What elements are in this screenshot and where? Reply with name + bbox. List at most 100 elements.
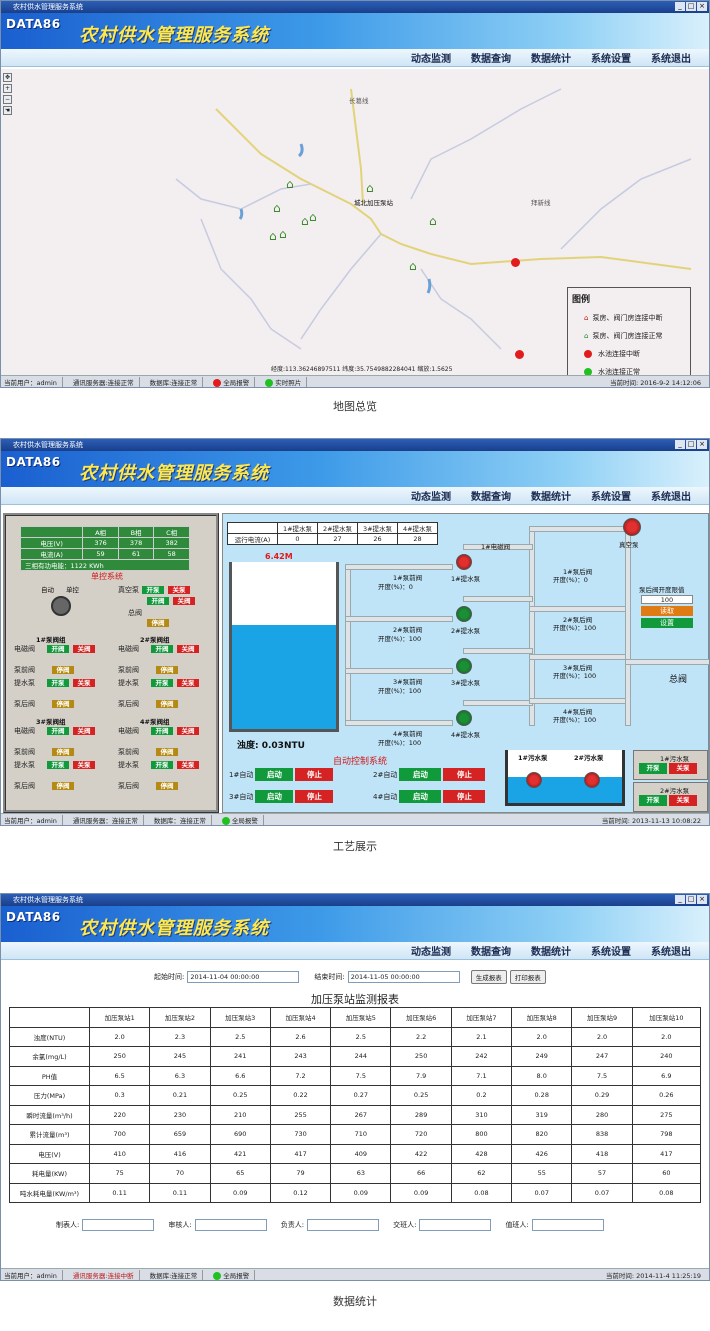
signature-input[interactable] <box>531 1219 604 1231</box>
pumphouse-icon[interactable]: ⌂ <box>279 227 287 241</box>
menu-settings[interactable]: 系统设置 <box>591 50 631 65</box>
open-button[interactable]: 开阀 <box>47 645 69 653</box>
pool-offline-marker[interactable] <box>515 350 524 359</box>
status-photo[interactable]: 实时照片 <box>265 376 308 387</box>
menu-dynamic-monitor[interactable]: 动态监测 <box>411 488 451 503</box>
status-alarm[interactable]: 全局报警 <box>213 376 256 387</box>
read-button[interactable]: 读取 <box>641 606 693 616</box>
menu-dynamic-monitor[interactable]: 动态监测 <box>411 943 451 958</box>
pump-4-icon[interactable] <box>456 710 472 726</box>
close-button[interactable]: × <box>697 2 707 11</box>
sewage1-open-button[interactable]: 开泵 <box>639 763 667 774</box>
menu-data-query[interactable]: 数据查询 <box>471 50 511 65</box>
sewage-pump-1-icon[interactable] <box>526 772 542 788</box>
map-canvas[interactable]: ✥ + − ☚ 长葛线 城北加压泵站 拜新线 ⌂ ⌂ ⌂ ⌂ ⌂ ⌂ ⌂ ⌂ ⌂ <box>1 69 709 375</box>
auto2-stop-button[interactable]: 停止 <box>443 768 486 781</box>
vacuum-close-button[interactable]: 关泵 <box>168 586 190 594</box>
menu-exit[interactable]: 系统退出 <box>651 943 691 958</box>
sewage2-open-button[interactable]: 开泵 <box>639 795 667 806</box>
pumphouse-icon[interactable]: ⌂ <box>429 214 437 228</box>
pumphouse-icon[interactable]: ⌂ <box>273 201 281 215</box>
stop-button[interactable]: 停阀 <box>52 666 74 674</box>
close-button[interactable]: 关阀 <box>177 645 199 653</box>
total-close-button[interactable]: 关阀 <box>173 597 195 605</box>
auto3-start-button[interactable]: 启动 <box>255 790 294 803</box>
pumphouse-icon[interactable]: ⌂ <box>366 181 374 195</box>
maximize-button[interactable]: □ <box>686 2 696 11</box>
signature-input[interactable] <box>419 1219 492 1231</box>
pump-1-icon[interactable] <box>456 554 472 570</box>
mode-switch-knob[interactable] <box>51 596 71 616</box>
stop-button[interactable]: 停阀 <box>156 666 178 674</box>
vacuum-pump-icon[interactable] <box>623 518 641 536</box>
close-button[interactable]: 关泵 <box>73 679 95 687</box>
total-stop-button[interactable]: 停阀 <box>147 619 169 627</box>
minimize-button[interactable]: _ <box>675 895 685 904</box>
open-button[interactable]: 开阀 <box>151 727 173 735</box>
menu-settings[interactable]: 系统设置 <box>591 488 631 503</box>
close-button[interactable]: 关泵 <box>177 679 199 687</box>
pumphouse-icon[interactable]: ⌂ <box>269 229 277 243</box>
stop-button[interactable]: 停阀 <box>52 748 74 756</box>
maximize-button[interactable]: □ <box>686 895 696 904</box>
menu-data-stats[interactable]: 数据统计 <box>531 50 571 65</box>
print-report-button[interactable]: 打印报表 <box>509 970 546 984</box>
auto3-stop-button[interactable]: 停止 <box>295 790 334 803</box>
stop-button[interactable]: 停阀 <box>52 700 74 708</box>
end-time-input[interactable]: 2014-11-05 00:00:00 <box>347 971 460 983</box>
signature-input[interactable] <box>307 1219 380 1231</box>
minimize-button[interactable]: _ <box>675 440 685 449</box>
status-alarm[interactable]: 全局报警 <box>213 1269 256 1280</box>
sewage-pump-2-icon[interactable] <box>584 772 600 788</box>
menu-data-stats[interactable]: 数据统计 <box>531 488 571 503</box>
menu-data-query[interactable]: 数据查询 <box>471 943 511 958</box>
close-button[interactable]: 关泵 <box>73 761 95 769</box>
menu-dynamic-monitor[interactable]: 动态监测 <box>411 50 451 65</box>
rear-limit-input[interactable]: 100 <box>641 595 693 604</box>
open-button[interactable]: 开泵 <box>47 679 69 687</box>
stop-button[interactable]: 停阀 <box>156 748 178 756</box>
pump-3-icon[interactable] <box>456 658 472 674</box>
auto4-stop-button[interactable]: 停止 <box>443 790 486 803</box>
pumphouse-icon[interactable]: ⌂ <box>309 210 317 224</box>
close-button[interactable]: 关泵 <box>177 761 199 769</box>
maximize-button[interactable]: □ <box>686 440 696 449</box>
open-button[interactable]: 开泵 <box>151 679 173 687</box>
menu-data-stats[interactable]: 数据统计 <box>531 943 571 958</box>
open-button[interactable]: 开泵 <box>151 761 173 769</box>
start-time-input[interactable]: 2014-11-04 00:00:00 <box>187 971 300 983</box>
auto1-start-button[interactable]: 启动 <box>255 768 294 781</box>
auto1-stop-button[interactable]: 停止 <box>295 768 334 781</box>
pool-offline-marker[interactable] <box>511 258 520 267</box>
menu-settings[interactable]: 系统设置 <box>591 943 631 958</box>
menu-exit[interactable]: 系统退出 <box>651 488 691 503</box>
pump-2-icon[interactable] <box>456 606 472 622</box>
minimize-button[interactable]: _ <box>675 2 685 11</box>
signature-input[interactable] <box>194 1219 267 1231</box>
set-button[interactable]: 设置 <box>641 618 693 628</box>
stop-button[interactable]: 停阀 <box>52 782 74 790</box>
close-button[interactable]: 关阀 <box>73 645 95 653</box>
open-button[interactable]: 开阀 <box>151 645 173 653</box>
pumphouse-icon[interactable]: ⌂ <box>301 214 309 228</box>
sewage1-close-button[interactable]: 关泵 <box>669 763 697 774</box>
pumphouse-icon[interactable]: ⌂ <box>286 177 294 191</box>
open-button[interactable]: 开泵 <box>47 761 69 769</box>
open-button[interactable]: 开阀 <box>47 727 69 735</box>
auto2-start-button[interactable]: 启动 <box>399 768 442 781</box>
status-alarm[interactable]: 全局报警 <box>221 814 264 825</box>
stop-button[interactable]: 停阀 <box>156 782 178 790</box>
close-button[interactable]: 关阀 <box>73 727 95 735</box>
menu-exit[interactable]: 系统退出 <box>651 50 691 65</box>
auto4-start-button[interactable]: 启动 <box>399 790 442 803</box>
total-open-button[interactable]: 开阀 <box>147 597 169 605</box>
close-button[interactable]: 关阀 <box>177 727 199 735</box>
generate-report-button[interactable]: 生成报表 <box>470 970 507 984</box>
menu-data-query[interactable]: 数据查询 <box>471 488 511 503</box>
sewage2-close-button[interactable]: 关泵 <box>669 795 697 806</box>
vacuum-open-button[interactable]: 开泵 <box>142 586 164 594</box>
close-button[interactable]: × <box>697 895 707 904</box>
stop-button[interactable]: 停阀 <box>156 700 178 708</box>
close-button[interactable]: × <box>697 440 707 449</box>
signature-input[interactable] <box>82 1219 155 1231</box>
